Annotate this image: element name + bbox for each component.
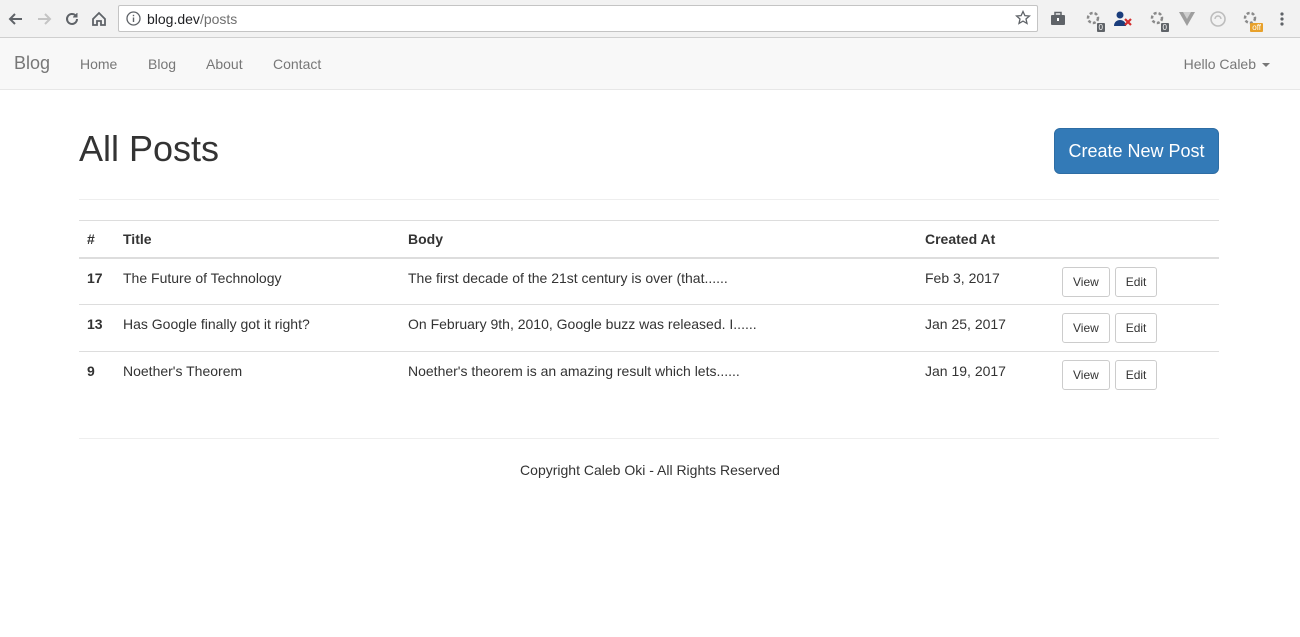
vuejs-extension-icon[interactable] <box>1176 8 1198 30</box>
table-row: 9 Noether's Theorem Noether's theorem is… <box>79 352 1219 399</box>
view-button[interactable]: View <box>1062 266 1110 297</box>
header-actions <box>1054 220 1219 259</box>
post-created-at: Jan 25, 2017 <box>917 304 1054 352</box>
post-body: The first decade of the 21st century is … <box>400 257 917 305</box>
page-title: All Posts <box>79 128 220 169</box>
post-title: Noether's Theorem <box>123 363 243 379</box>
edit-button[interactable]: Edit <box>1114 313 1158 343</box>
user-greeting: Hello Caleb <box>1183 56 1256 72</box>
circle-extension-icon[interactable] <box>1207 8 1229 30</box>
post-id: 13 <box>79 304 115 352</box>
gear-extension-2-icon[interactable]: 0 <box>1146 8 1169 32</box>
view-button[interactable]: View <box>1062 360 1110 390</box>
divider <box>79 199 1219 200</box>
row-actions: View Edit <box>1054 257 1219 305</box>
extension-badge: 0 <box>1160 23 1169 32</box>
post-title: Has Google finally got it right? <box>115 304 400 352</box>
browser-menu-button[interactable] <box>1271 8 1293 30</box>
post-body: On February 9th, 2010, Google buzz was r… <box>400 304 917 352</box>
post-created-at: Feb 3, 2017 <box>917 257 1054 305</box>
arrow-right-icon <box>38 13 52 25</box>
post-created-at: Jan 19, 2017 <box>925 363 1006 379</box>
extension-badge: 0 <box>1096 23 1105 32</box>
divider <box>79 438 1219 439</box>
view-button[interactable]: View <box>1062 313 1110 343</box>
post-body: Noether's theorem is an amazing result w… <box>408 363 740 379</box>
forward-button[interactable] <box>32 7 56 31</box>
header-body: Body <box>400 220 917 259</box>
back-button[interactable] <box>4 7 28 31</box>
kebab-menu-icon <box>1280 12 1284 26</box>
home-icon <box>92 11 106 26</box>
bookmark-star-icon[interactable] <box>1015 9 1031 31</box>
reload-icon <box>66 12 78 25</box>
arrow-left-icon <box>8 13 22 25</box>
home-button[interactable] <box>87 7 111 31</box>
posts-table: # Title Body Created At 17 The Future of… <box>79 220 1219 399</box>
footer-copyright: Copyright Caleb Oki - All Rights Reserve… <box>520 462 780 478</box>
reload-button[interactable] <box>60 7 84 31</box>
address-bar[interactable]: blog.dev/posts <box>118 5 1038 32</box>
url-path: /posts <box>199 11 238 27</box>
edit-button[interactable]: Edit <box>1114 360 1158 390</box>
url-host: blog.dev <box>147 11 200 27</box>
edit-button[interactable]: Edit <box>1114 266 1158 297</box>
extension-badge: off <box>1250 23 1263 32</box>
post-id: 9 <box>87 363 95 379</box>
header-number: # <box>79 220 115 259</box>
header-title: Title <box>115 220 400 259</box>
table-row: 13 Has Google finally got it right? On F… <box>79 304 1219 352</box>
person-blocked-extension-icon[interactable] <box>1112 8 1134 30</box>
site-navbar: Blog Home Blog About Contact Hello Caleb <box>0 38 1300 90</box>
gear-extension-icon[interactable]: 0 <box>1082 8 1105 32</box>
nav-link-home[interactable]: Home <box>80 56 117 72</box>
nav-link-about[interactable]: About <box>206 56 243 72</box>
post-title: The Future of Technology <box>115 257 400 305</box>
info-icon[interactable] <box>126 11 141 31</box>
caret-down-icon <box>1262 63 1270 67</box>
table-row: 17 The Future of Technology The first de… <box>79 257 1219 305</box>
table-header-row: # Title Body Created At <box>79 220 1219 259</box>
create-new-post-button[interactable]: Create New Post <box>1054 128 1219 174</box>
row-actions: View Edit <box>1054 352 1219 399</box>
header-created-at: Created At <box>917 220 1054 259</box>
user-dropdown[interactable]: Hello Caleb <box>1184 56 1270 72</box>
post-id: 17 <box>79 257 115 305</box>
browser-toolbar: blog.dev/posts 0 0 off <box>0 0 1300 38</box>
url-text: blog.dev/posts <box>147 11 237 27</box>
nav-link-blog[interactable]: Blog <box>148 56 176 72</box>
gear-extension-3-icon[interactable]: off <box>1240 8 1263 32</box>
row-actions: View Edit <box>1054 304 1219 352</box>
nav-link-contact[interactable]: Contact <box>273 56 321 72</box>
briefcase-extension-icon[interactable] <box>1047 8 1069 30</box>
navbar-brand[interactable]: Blog <box>14 53 50 74</box>
